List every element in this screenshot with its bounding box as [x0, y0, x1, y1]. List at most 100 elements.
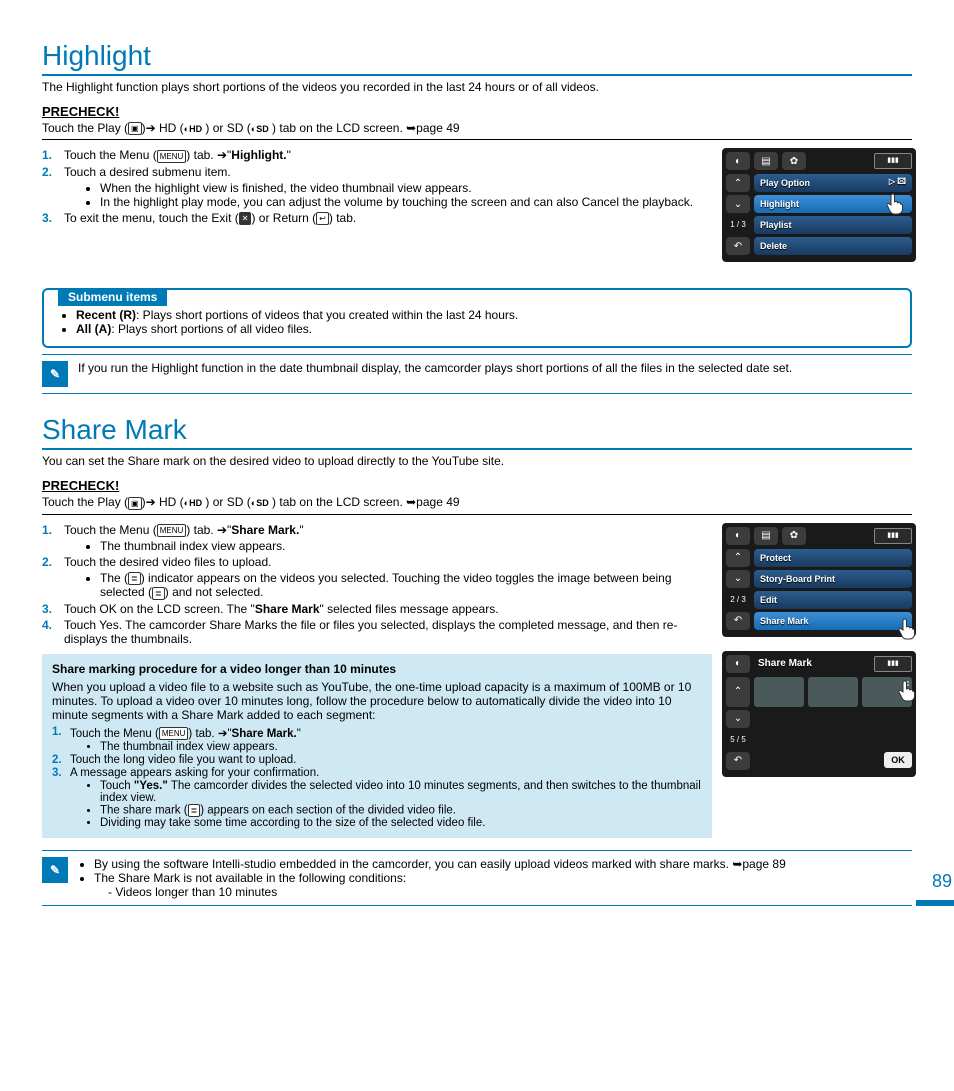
precheck-text: Touch the Play (▣)➔ HD (◐HD ) or SD (◐SD…: [42, 495, 912, 514]
t: A message appears asking for your confir…: [70, 767, 319, 779]
hd-icon: ◐HD: [184, 498, 202, 508]
play-icon: ▣: [128, 122, 142, 135]
page-number: 89: [916, 867, 954, 906]
t: Touch OK on the LCD screen. The ": [64, 602, 255, 616]
menu-delete[interactable]: Delete: [754, 237, 912, 255]
t: Share Mark.: [231, 523, 299, 537]
precheck-text: Touch the Play (▣)➔ HD (◐HD ) or SD (◐SD…: [42, 121, 912, 140]
t: Touch the Play (: [42, 495, 128, 509]
recent-icon: R: [123, 308, 132, 322]
t: The thumbnail index view appears.: [100, 741, 702, 753]
lcd-settings-tab[interactable]: ✿: [782, 527, 806, 545]
t: ) tab on the LCD screen. ➥page 49: [269, 121, 460, 135]
t: Touch "Yes." The camcorder divides the s…: [100, 780, 702, 804]
lcd-title: Share Mark: [754, 655, 870, 673]
lcd-return[interactable]: ↶: [726, 237, 750, 255]
t: )➔ HD (: [142, 495, 184, 509]
intro-text: The Highlight function plays short porti…: [42, 80, 912, 94]
intro-text: You can set the Share mark on the desire…: [42, 454, 912, 468]
t: The (≣) indicator appears on the videos …: [100, 571, 712, 600]
heading-sharemark: Share Mark: [42, 414, 912, 450]
return-icon: ↩: [316, 212, 329, 225]
t: Share Mark: [255, 602, 320, 616]
t: The Share Mark is not available in the f…: [94, 871, 786, 899]
t: ) or Return (: [251, 211, 316, 225]
t: Touch a desired submenu item.: [64, 165, 231, 179]
lcd-down[interactable]: ⌄: [726, 710, 750, 728]
t: To exit the menu, touch the Exit (: [64, 211, 239, 225]
note-box-2: ✎ By using the software Intelli-studio e…: [42, 850, 912, 906]
t: Share Mark.: [232, 728, 297, 740]
menu-icon: MENU: [157, 524, 187, 537]
lcd-up[interactable]: ⌃: [726, 549, 750, 567]
steps-body: 1.Touch the Menu (MENU) tab. ➔"Highlight…: [42, 148, 912, 225]
lcd-play-tab[interactable]: ◐: [726, 527, 750, 545]
hd-icon: ◐HD: [184, 124, 202, 134]
t: ": [299, 523, 303, 537]
video-thumbnail[interactable]: [754, 677, 804, 707]
play-icon: ▣: [128, 497, 142, 510]
t: - Videos longer than 10 minutes: [94, 885, 786, 899]
t: ) tab on the LCD screen. ➥page 49: [269, 495, 460, 509]
video-thumbnail[interactable]: [808, 677, 858, 707]
t: " selected files message appears.: [320, 602, 499, 616]
blue-procedure-box: Share marking procedure for a video long…: [42, 654, 712, 838]
sd-icon: ◐SD: [251, 498, 269, 508]
battery-icon: ▮▮▮: [874, 656, 912, 672]
t: Highlight.: [231, 148, 286, 162]
t: The share mark (≣) appears on each secti…: [100, 804, 702, 817]
menu-icon: MENU: [157, 150, 187, 163]
t: Touch the long video file you want to up…: [70, 754, 296, 766]
menu-icon: MENU: [159, 727, 189, 740]
menu-edit[interactable]: Edit: [754, 591, 912, 609]
file-icon: ≣: [188, 804, 201, 817]
lcd-down[interactable]: ⌄: [726, 570, 750, 588]
submenu-box: Submenu items Recent (R): Plays short po…: [42, 288, 912, 348]
t: )➔ HD (: [142, 121, 184, 135]
t: ) tab.: [329, 211, 356, 225]
t: Touch Yes. The camcorder Share Marks the…: [64, 618, 677, 646]
t: The thumbnail index view appears.: [100, 539, 712, 553]
t: ) tab. ➔": [188, 728, 231, 740]
note-icon: ✎: [42, 361, 68, 387]
menu-storyboard[interactable]: Story-Board Print: [754, 570, 912, 588]
t: Touch the Menu (: [64, 523, 157, 537]
t: Touch the desired video files to upload.: [64, 555, 271, 569]
sub-all: All (A): Plays short portions of all vid…: [76, 322, 898, 336]
t: ) or SD (: [202, 495, 251, 509]
t: ": [297, 728, 301, 740]
t: In the highlight play mode, you can adju…: [100, 195, 912, 209]
t: ) tab. ➔": [186, 523, 231, 537]
steps-body-2: 1.Touch the Menu (MENU) tab. ➔"Share Mar…: [42, 523, 712, 838]
precheck-heading: PRECHECK!: [42, 478, 912, 493]
ok-button[interactable]: OK: [884, 752, 912, 768]
t: ) or SD (: [202, 121, 251, 135]
note-icon: ✎: [42, 857, 68, 883]
t: Touch the Menu (: [70, 728, 159, 740]
lcd-play-tab[interactable]: ◐: [726, 655, 750, 673]
t: ) tab. ➔": [186, 148, 231, 162]
file-icon: ≣: [128, 572, 141, 585]
video-thumbnail[interactable]: ≣: [862, 677, 912, 707]
t: When you upload a video file to a websit…: [52, 680, 702, 722]
note-box-1: ✎ If you run the Highlight function in t…: [42, 354, 912, 394]
lcd-return[interactable]: ↶: [726, 752, 750, 770]
heading-highlight: Highlight: [42, 40, 912, 76]
submenu-tab: Submenu items: [58, 288, 167, 306]
lcd-panel-2: ◐ ▤ ✿ ▮▮▮ ⌃Protect ⌄Story-Board Print 2 …: [722, 523, 912, 791]
menu-sharemark[interactable]: Share Mark: [754, 612, 912, 630]
lcd-page-count: 2 / 3: [726, 591, 750, 609]
lcd-return[interactable]: ↶: [726, 612, 750, 630]
manual-page: Highlight The Highlight function plays s…: [0, 0, 954, 906]
t: ": [287, 148, 291, 162]
note-text: If you run the Highlight function in the…: [78, 361, 792, 375]
menu-protect[interactable]: Protect: [754, 549, 912, 567]
t: Touch the Play (: [42, 121, 128, 135]
lcd-up[interactable]: ⌃: [726, 677, 750, 707]
precheck-heading: PRECHECK!: [42, 104, 912, 119]
battery-icon: ▮▮▮: [874, 528, 912, 544]
t: Dividing may take some time according to…: [100, 817, 702, 829]
exit-icon: ✕: [239, 212, 252, 225]
sd-icon: ◐SD: [251, 124, 269, 134]
lcd-list-tab[interactable]: ▤: [754, 527, 778, 545]
